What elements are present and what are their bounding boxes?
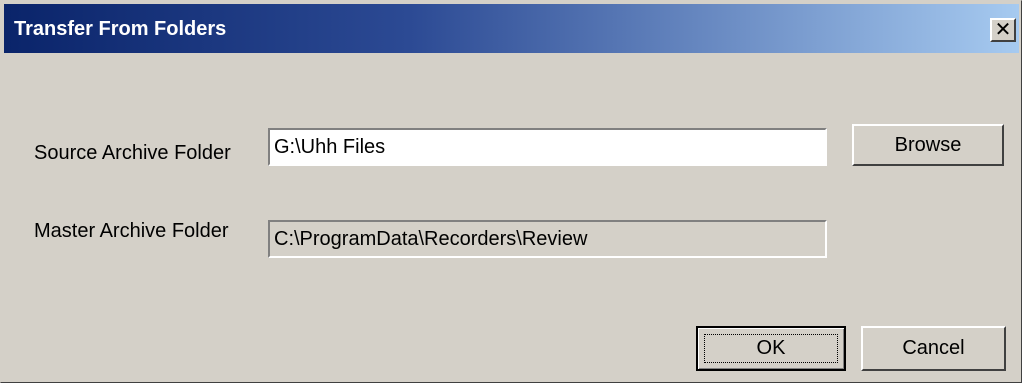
dialog-title: Transfer From Folders: [14, 18, 227, 40]
transfer-dialog: Transfer From Folders ✕ Source Archive F…: [0, 0, 1022, 383]
source-folder-input[interactable]: G:\Uhh Files: [268, 128, 827, 166]
cancel-button[interactable]: Cancel: [861, 326, 1006, 371]
browse-button[interactable]: Browse: [852, 124, 1004, 166]
master-folder-label: Master Archive Folder: [34, 220, 229, 242]
close-icon: ✕: [994, 19, 1012, 41]
source-folder-label: Source Archive Folder: [34, 142, 231, 164]
ok-button[interactable]: OK: [696, 326, 846, 371]
master-folder-field: C:\ProgramData\Recorders\Review: [268, 220, 827, 258]
focus-rect: [704, 334, 838, 363]
title-bar[interactable]: Transfer From Folders ✕: [4, 4, 1019, 53]
close-button[interactable]: ✕: [990, 18, 1016, 42]
